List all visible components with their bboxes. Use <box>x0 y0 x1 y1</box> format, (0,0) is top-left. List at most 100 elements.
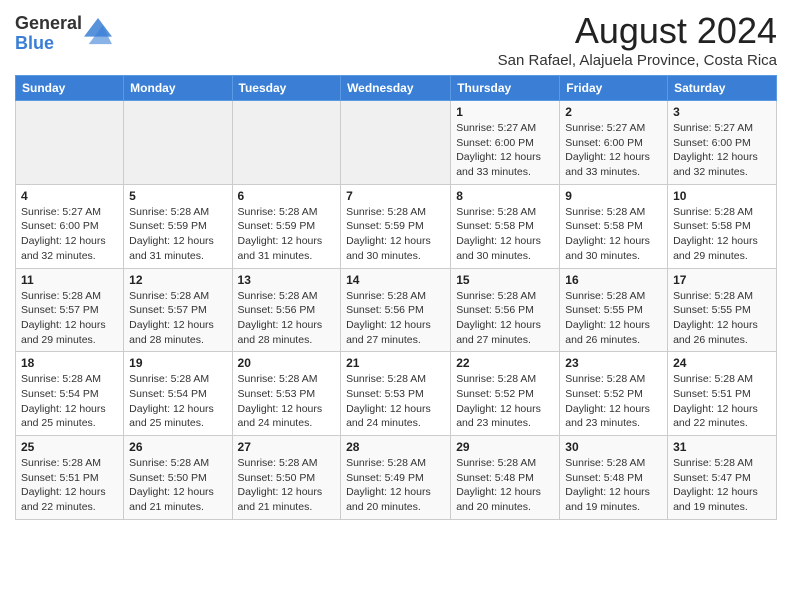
day-number: 5 <box>129 189 226 203</box>
month-year-title: August 2024 <box>498 10 777 52</box>
calendar-cell: 7Sunrise: 5:28 AM Sunset: 5:59 PM Daylig… <box>341 184 451 268</box>
day-info: Sunrise: 5:28 AM Sunset: 5:51 PM Dayligh… <box>21 456 118 515</box>
calendar-cell <box>232 101 341 185</box>
calendar-cell: 31Sunrise: 5:28 AM Sunset: 5:47 PM Dayli… <box>668 436 777 520</box>
day-number: 15 <box>456 273 554 287</box>
day-info: Sunrise: 5:28 AM Sunset: 5:48 PM Dayligh… <box>456 456 554 515</box>
calendar-cell: 23 Sunrise: 5:28 AM Sunset: 5:52 PM Dayli… <box>560 352 668 436</box>
day-info: Sunrise: 5:28 AM Sunset: 5:53 PM Dayligh… <box>346 372 445 431</box>
calendar-cell: 5 Sunrise: 5:28 AM Sunset: 5:59 PM Daylig… <box>124 184 232 268</box>
day-info: Sunrise: 5:28 AM Sunset: 5:56 PM Dayligh… <box>346 289 445 348</box>
logo-icon <box>84 18 112 46</box>
day-info: Sunrise: 5:28 AM Sunset: 5:51 PM Dayligh… <box>673 372 771 431</box>
day-number: 16 <box>565 273 662 287</box>
calendar-cell: 14 Sunrise: 5:28 AM Sunset: 5:56 PM Dayli… <box>341 268 451 352</box>
day-info: Sunrise: 5:28 AM Sunset: 5:56 PM Dayligh… <box>238 289 336 348</box>
day-info: Sunrise: 5:27 AM Sunset: 6:00 PM Dayligh… <box>673 121 771 180</box>
day-info: Sunrise: 5:28 AM Sunset: 5:58 PM Dayligh… <box>673 205 771 264</box>
location-subtitle: San Rafael, Alajuela Province, Costa Ric… <box>498 52 777 69</box>
calendar-cell: 27 Sunrise: 5:28 AM Sunset: 5:50 PM Dayli… <box>232 436 341 520</box>
day-info: Sunrise: 5:28 AM Sunset: 5:56 PM Dayligh… <box>456 289 554 348</box>
day-number: 6 <box>238 189 336 203</box>
calendar-week-row: 4Sunrise: 5:27 AM Sunset: 6:00 PM Daylig… <box>16 184 777 268</box>
weekday-header: Thursday <box>451 76 560 101</box>
day-info: Sunrise: 5:28 AM Sunset: 5:50 PM Dayligh… <box>129 456 226 515</box>
calendar-week-row: 1 Sunrise: 5:27 AM Sunset: 6:00 PM Daylig… <box>16 101 777 185</box>
calendar-cell <box>16 101 124 185</box>
day-info: Sunrise: 5:28 AM Sunset: 5:59 PM Dayligh… <box>346 205 445 264</box>
logo-general-text: General <box>15 14 82 34</box>
calendar-cell: 15 Sunrise: 5:28 AM Sunset: 5:56 PM Dayli… <box>451 268 560 352</box>
calendar-week-row: 25 Sunrise: 5:28 AM Sunset: 5:51 PM Dayli… <box>16 436 777 520</box>
page-header: General Blue August 2024 San Rafael, Ala… <box>15 10 777 69</box>
calendar-cell: 25 Sunrise: 5:28 AM Sunset: 5:51 PM Dayli… <box>16 436 124 520</box>
day-number: 18 <box>21 356 118 370</box>
day-number: 9 <box>565 189 662 203</box>
day-number: 10 <box>673 189 771 203</box>
day-number: 27 <box>238 440 336 454</box>
day-number: 19 <box>129 356 226 370</box>
day-number: 3 <box>673 105 771 119</box>
calendar-cell: 1Sunrise: 5:27 AM Sunset: 6:00 PM Daylig… <box>451 101 560 185</box>
calendar-cell: 26 Sunrise: 5:28 AM Sunset: 5:50 PM Dayli… <box>124 436 232 520</box>
logo: General Blue <box>15 14 112 54</box>
day-number: 21 <box>346 356 445 370</box>
day-info: Sunrise: 5:28 AM Sunset: 5:59 PM Dayligh… <box>238 205 336 264</box>
calendar-cell: 30Sunrise: 5:28 AM Sunset: 5:48 PM Dayli… <box>560 436 668 520</box>
calendar-cell: 29 Sunrise: 5:28 AM Sunset: 5:48 PM Dayli… <box>451 436 560 520</box>
day-number: 30 <box>565 440 662 454</box>
day-info: Sunrise: 5:28 AM Sunset: 5:49 PM Dayligh… <box>346 456 445 515</box>
calendar-cell: 3 Sunrise: 5:27 AM Sunset: 6:00 PM Daylig… <box>668 101 777 185</box>
weekday-header: Wednesday <box>341 76 451 101</box>
calendar-cell: 11Sunrise: 5:28 AM Sunset: 5:57 PM Dayli… <box>16 268 124 352</box>
day-number: 17 <box>673 273 771 287</box>
day-info: Sunrise: 5:28 AM Sunset: 5:50 PM Dayligh… <box>238 456 336 515</box>
day-info: Sunrise: 5:28 AM Sunset: 5:55 PM Dayligh… <box>673 289 771 348</box>
day-number: 29 <box>456 440 554 454</box>
calendar-cell: 19 Sunrise: 5:28 AM Sunset: 5:54 PM Dayli… <box>124 352 232 436</box>
day-info: Sunrise: 5:28 AM Sunset: 5:57 PM Dayligh… <box>21 289 118 348</box>
day-info: Sunrise: 5:28 AM Sunset: 5:59 PM Dayligh… <box>129 205 226 264</box>
day-number: 14 <box>346 273 445 287</box>
weekday-header: Friday <box>560 76 668 101</box>
calendar-cell: 6 Sunrise: 5:28 AM Sunset: 5:59 PM Daylig… <box>232 184 341 268</box>
calendar-week-row: 11Sunrise: 5:28 AM Sunset: 5:57 PM Dayli… <box>16 268 777 352</box>
day-info: Sunrise: 5:27 AM Sunset: 6:00 PM Dayligh… <box>565 121 662 180</box>
calendar-cell: 9 Sunrise: 5:28 AM Sunset: 5:58 PM Daylig… <box>560 184 668 268</box>
day-number: 4 <box>21 189 118 203</box>
calendar-cell: 10 Sunrise: 5:28 AM Sunset: 5:58 PM Dayli… <box>668 184 777 268</box>
day-number: 1 <box>456 105 554 119</box>
day-info: Sunrise: 5:28 AM Sunset: 5:52 PM Dayligh… <box>456 372 554 431</box>
day-info: Sunrise: 5:28 AM Sunset: 5:52 PM Dayligh… <box>565 372 662 431</box>
day-info: Sunrise: 5:28 AM Sunset: 5:55 PM Dayligh… <box>565 289 662 348</box>
calendar-cell: 16 Sunrise: 5:28 AM Sunset: 5:55 PM Dayli… <box>560 268 668 352</box>
day-info: Sunrise: 5:28 AM Sunset: 5:47 PM Dayligh… <box>673 456 771 515</box>
calendar-cell: 17 Sunrise: 5:28 AM Sunset: 5:55 PM Dayli… <box>668 268 777 352</box>
day-number: 12 <box>129 273 226 287</box>
calendar-cell: 13 Sunrise: 5:28 AM Sunset: 5:56 PM Dayli… <box>232 268 341 352</box>
weekday-header: Sunday <box>16 76 124 101</box>
calendar-cell: 24 Sunrise: 5:28 AM Sunset: 5:51 PM Dayli… <box>668 352 777 436</box>
calendar-cell: 22 Sunrise: 5:28 AM Sunset: 5:52 PM Dayli… <box>451 352 560 436</box>
day-info: Sunrise: 5:28 AM Sunset: 5:53 PM Dayligh… <box>238 372 336 431</box>
calendar-cell <box>341 101 451 185</box>
day-number: 26 <box>129 440 226 454</box>
day-number: 2 <box>565 105 662 119</box>
calendar-cell: 8 Sunrise: 5:28 AM Sunset: 5:58 PM Daylig… <box>451 184 560 268</box>
calendar-cell: 20 Sunrise: 5:28 AM Sunset: 5:53 PM Dayli… <box>232 352 341 436</box>
day-number: 8 <box>456 189 554 203</box>
day-number: 22 <box>456 356 554 370</box>
weekday-header: Tuesday <box>232 76 341 101</box>
day-info: Sunrise: 5:28 AM Sunset: 5:54 PM Dayligh… <box>129 372 226 431</box>
day-info: Sunrise: 5:28 AM Sunset: 5:58 PM Dayligh… <box>565 205 662 264</box>
day-info: Sunrise: 5:28 AM Sunset: 5:57 PM Dayligh… <box>129 289 226 348</box>
day-number: 24 <box>673 356 771 370</box>
calendar-table: SundayMondayTuesdayWednesdayThursdayFrid… <box>15 75 777 520</box>
logo-blue-text: Blue <box>15 34 82 54</box>
day-number: 28 <box>346 440 445 454</box>
day-number: 20 <box>238 356 336 370</box>
day-info: Sunrise: 5:28 AM Sunset: 5:58 PM Dayligh… <box>456 205 554 264</box>
day-number: 23 <box>565 356 662 370</box>
day-number: 25 <box>21 440 118 454</box>
day-number: 13 <box>238 273 336 287</box>
